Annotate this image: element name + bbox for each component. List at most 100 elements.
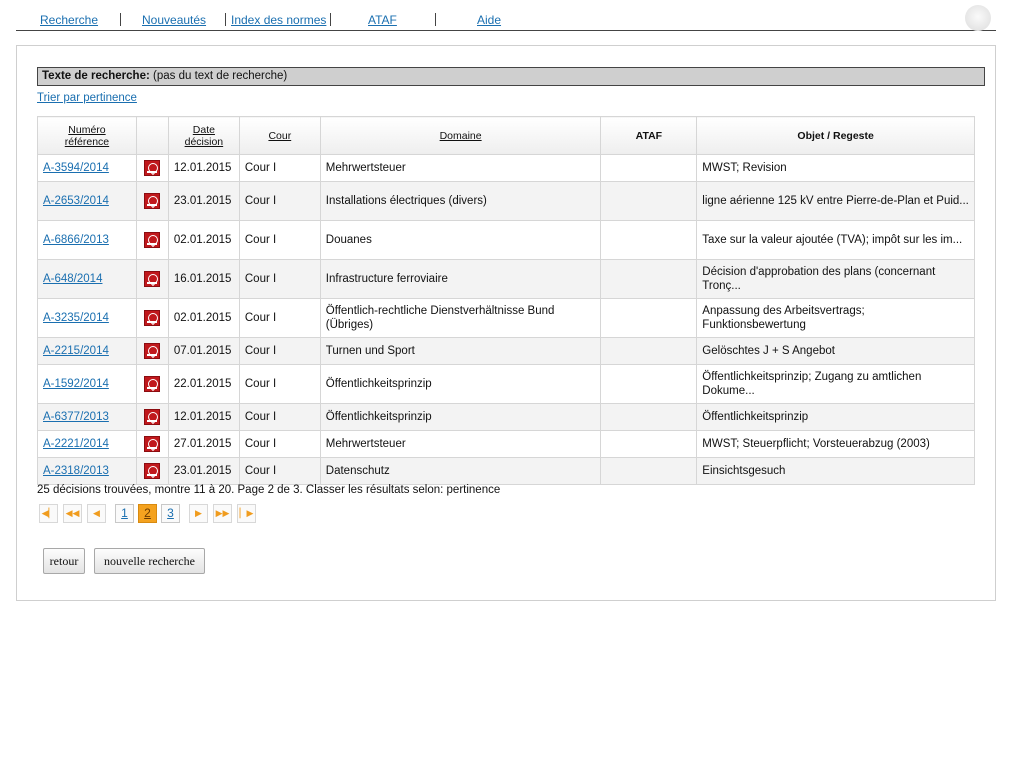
nav-link-index-des-normes[interactable]: Index des normes: [231, 13, 326, 27]
nav-link-ataf[interactable]: ATAF: [368, 13, 397, 27]
reference-link[interactable]: A-648/2014: [43, 273, 102, 285]
cell-pdf: [135, 181, 169, 221]
cell-reference: A-2318/2013: [37, 457, 137, 485]
back-button[interactable]: retour: [43, 548, 85, 574]
search-text-label: Texte de recherche:: [42, 70, 150, 82]
sort-by-relevance-link[interactable]: Trier par pertinence: [37, 92, 137, 104]
reference-link[interactable]: A-2318/2013: [43, 465, 109, 477]
cell-date: 23.01.2015: [167, 457, 240, 485]
header-domain-label[interactable]: Domaine: [440, 130, 482, 142]
fast-forward-icon[interactable]: ▶▶: [213, 504, 232, 523]
table-header-row: Numéro référence Date décision Cour Doma…: [37, 116, 975, 155]
cell-court: Cour I: [238, 430, 321, 458]
cell-domain: Öffentlich-rechtliche Dienstverhältnisse…: [319, 298, 602, 338]
nav-separator: [120, 13, 121, 26]
pdf-icon[interactable]: [144, 376, 161, 392]
header-date-line1[interactable]: Date: [193, 124, 215, 136]
reference-link[interactable]: A-2653/2014: [43, 195, 109, 207]
reference-link[interactable]: A-3235/2014: [43, 312, 109, 324]
column-header-domain[interactable]: Domaine: [319, 116, 602, 155]
cell-reference: A-2653/2014: [37, 181, 137, 221]
table-row: A-3594/2014 12.01.2015 Cour I Mehrwertsteue…: [37, 154, 975, 182]
pdf-icon[interactable]: [144, 193, 161, 209]
cell-reference: A-2221/2014: [37, 430, 137, 458]
header-date-line2[interactable]: décision: [185, 136, 224, 148]
reference-link[interactable]: A-3594/2014: [43, 162, 109, 174]
reference-link[interactable]: A-1592/2014: [43, 378, 109, 390]
table-row: A-2653/2014 23.01.2015 Cour I Installations…: [37, 181, 975, 221]
pdf-icon[interactable]: [144, 409, 161, 425]
table-row: A-2215/2014 07.01.2015 Cour I Turnen und Sp…: [37, 337, 975, 365]
pdf-icon[interactable]: [144, 232, 161, 248]
table-row: A-648/2014 16.01.2015 Cour I Infrastructure…: [37, 259, 975, 299]
pdf-icon[interactable]: [144, 436, 161, 452]
cell-reference: A-648/2014: [37, 259, 137, 299]
reference-link[interactable]: A-6377/2013: [43, 411, 109, 423]
cell-date: 22.01.2015: [167, 364, 240, 404]
cell-ataf: [600, 181, 698, 221]
cell-pdf: [135, 337, 169, 365]
cell-reference: A-6377/2013: [37, 403, 137, 431]
pdf-icon[interactable]: [144, 310, 161, 326]
cell-ataf: [600, 259, 698, 299]
cell-domain: Öffentlichkeitsprinzip: [319, 364, 602, 404]
header-court-label[interactable]: Cour: [268, 130, 291, 142]
cell-date: 12.01.2015: [167, 154, 240, 182]
cell-ataf: [600, 154, 698, 182]
cell-reference: A-3235/2014: [37, 298, 137, 338]
circle-icon: [965, 5, 991, 31]
cell-subject: MWST; Revision: [696, 154, 975, 182]
cell-date: 07.01.2015: [167, 337, 240, 365]
cell-subject: Taxe sur la valeur ajoutée (TVA); impôt …: [696, 220, 975, 260]
nav-link-recherche[interactable]: Recherche: [40, 13, 98, 27]
column-header-court[interactable]: Cour: [238, 116, 321, 155]
page-current-2[interactable]: 2: [138, 504, 157, 523]
cell-date: 27.01.2015: [167, 430, 240, 458]
page-link-1[interactable]: 1: [115, 504, 134, 523]
cell-court: Cour I: [238, 457, 321, 485]
cell-pdf: [135, 430, 169, 458]
nav-link-nouveautes[interactable]: Nouveautés: [142, 13, 206, 27]
cell-reference: A-3594/2014: [37, 154, 137, 182]
previous-page-icon[interactable]: ◀: [87, 504, 106, 523]
reference-link[interactable]: A-2215/2014: [43, 345, 109, 357]
table-row: A-1592/2014 22.01.2015 Cour I Öffentlichkei…: [37, 364, 975, 404]
cell-date: 02.01.2015: [167, 220, 240, 260]
cell-ataf: [600, 298, 698, 338]
cell-reference: A-2215/2014: [37, 337, 137, 365]
cell-court: Cour I: [238, 337, 321, 365]
cell-reference: A-6866/2013: [37, 220, 137, 260]
column-header-date[interactable]: Date décision: [167, 116, 240, 155]
pdf-icon[interactable]: [144, 271, 161, 287]
cell-domain: Mehrwertsteuer: [319, 430, 602, 458]
last-page-icon[interactable]: ▏▶: [237, 504, 256, 523]
cell-court: Cour I: [238, 220, 321, 260]
search-text-bar: Texte de recherche: (pas du text de rech…: [37, 67, 985, 86]
cell-court: Cour I: [238, 259, 321, 299]
reference-link[interactable]: A-6866/2013: [43, 234, 109, 246]
header-reference-line1[interactable]: Numéro: [68, 124, 105, 136]
pdf-icon[interactable]: [144, 463, 161, 479]
header-reference-line2[interactable]: référence: [65, 136, 109, 148]
column-header-reference[interactable]: Numéro référence: [37, 116, 137, 155]
pdf-icon[interactable]: [144, 343, 161, 359]
next-page-icon[interactable]: ▶: [189, 504, 208, 523]
first-page-icon[interactable]: ◀▏: [39, 504, 58, 523]
fast-back-icon[interactable]: ◀◀: [63, 504, 82, 523]
results-panel: Texte de recherche: (pas du text de rech…: [16, 45, 996, 601]
table-row: A-2221/2014 27.01.2015 Cour I Mehrwertsteue…: [37, 430, 975, 458]
results-table: Numéro référence Date décision Cour Doma…: [37, 116, 975, 485]
pdf-icon[interactable]: [144, 160, 161, 176]
cell-pdf: [135, 154, 169, 182]
new-search-button[interactable]: nouvelle recherche: [94, 548, 205, 574]
reference-link[interactable]: A-2221/2014: [43, 438, 109, 450]
cell-domain: Infrastructure ferroviaire: [319, 259, 602, 299]
cell-ataf: [600, 364, 698, 404]
cell-pdf: [135, 364, 169, 404]
cell-court: Cour I: [238, 154, 321, 182]
cell-subject: Anpassung des Arbeitsvertrags; Funktions…: [696, 298, 975, 338]
cell-domain: Mehrwertsteuer: [319, 154, 602, 182]
table-row: A-6377/2013 12.01.2015 Cour I Öffentlichkei…: [37, 403, 975, 431]
page-link-3[interactable]: 3: [161, 504, 180, 523]
nav-link-aide[interactable]: Aide: [477, 13, 501, 27]
